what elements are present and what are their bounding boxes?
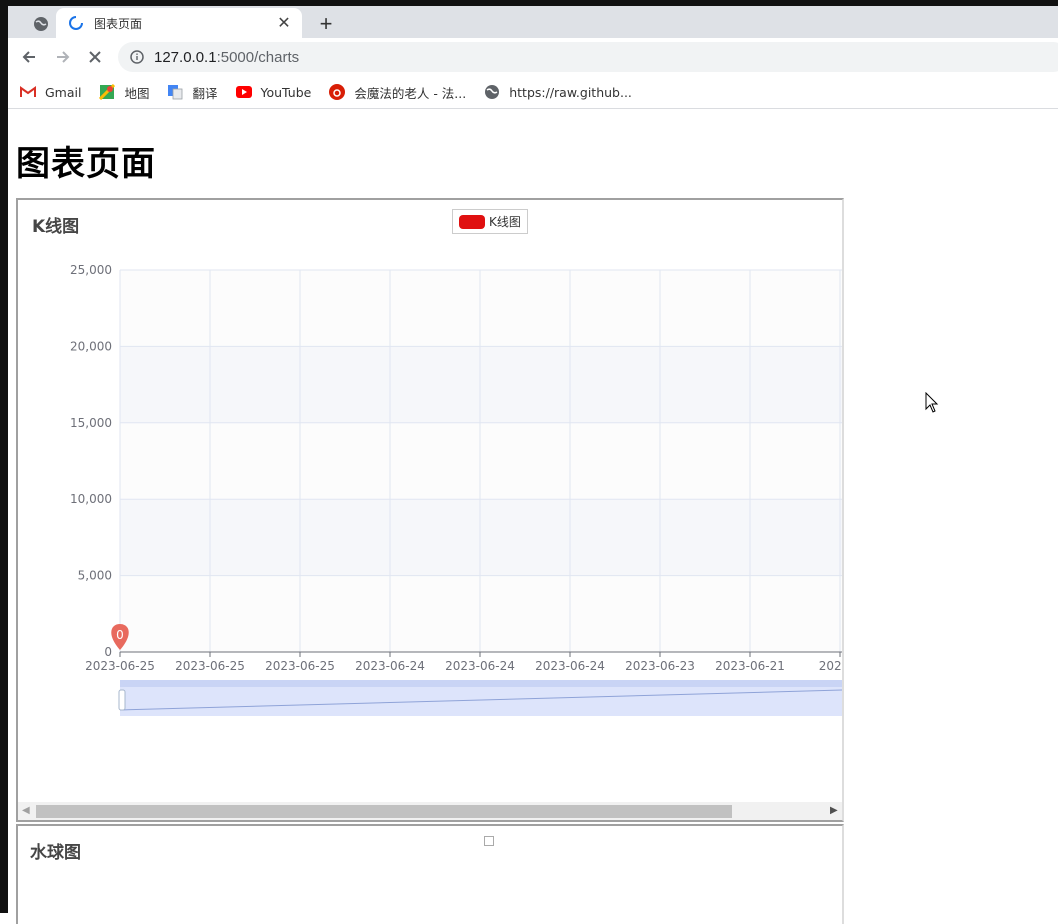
info-icon: [130, 50, 144, 64]
scroll-right-arrow-icon[interactable]: ▶: [830, 805, 838, 816]
y-tick-label: 5,000: [78, 569, 112, 583]
y-tick-label: 0: [104, 645, 112, 659]
bookmark-label: 地图: [124, 85, 150, 101]
url-path: :5000/charts: [216, 48, 300, 66]
kline-chart-container: K线图 K线图 25,000 20,000 15,000 10,000 5,000 0 20…: [16, 198, 844, 822]
window-left-edge: [0, 0, 8, 913]
tab-strip: 图表页面 ✕ +: [8, 6, 1058, 38]
gmail-icon: [20, 84, 36, 100]
grid-band: [120, 270, 842, 347]
x-tick-label: 2023-06-25: [85, 659, 155, 673]
bookmark-maps[interactable]: 地图: [99, 83, 149, 102]
stop-loading-button[interactable]: [82, 44, 108, 70]
address-bar[interactable]: 127.0.0.1:5000/charts: [118, 42, 1058, 72]
datazoom-handle: [118, 689, 126, 711]
x-tick-label: 2023-06-23: [625, 659, 695, 673]
markpoint-label: 0: [116, 628, 124, 642]
maps-icon: [99, 84, 116, 100]
close-tab-icon[interactable]: ✕: [274, 13, 294, 33]
mouse-cursor-icon: [925, 391, 939, 419]
scrollbar-thumb[interactable]: [36, 805, 732, 818]
back-button[interactable]: [16, 44, 42, 70]
x-tick-label: 2023-06-25: [175, 659, 245, 673]
y-tick-label: 10,000: [70, 492, 112, 506]
bookmark-label: 会魔法的老人 - 法...: [354, 85, 467, 101]
bookmark-youtube[interactable]: YouTube: [235, 84, 312, 100]
bookmark-gmail[interactable]: Gmail: [20, 84, 81, 100]
globe-icon: [484, 84, 500, 100]
bookmark-label: 翻译: [192, 85, 218, 101]
y-tick-label: 20,000: [70, 339, 112, 353]
chart-title: 水球图: [30, 843, 81, 863]
bookmarks-bar: Gmail 地图 翻译 YouTube 会魔法的老人 - 法... https:…: [8, 76, 1058, 109]
tab-charts[interactable]: 图表页面 ✕: [56, 8, 302, 38]
page-content: 图表页面 K线图 K线图 25,000 20,000 15,000 10,000 5,0…: [8, 110, 1058, 924]
x-tick-label: 2023-0: [819, 659, 844, 673]
horizontal-scrollbar[interactable]: ◀ ▶: [18, 802, 842, 820]
grid-band: [120, 499, 842, 576]
x-tick-label: 2023-06-24: [445, 659, 515, 673]
close-icon: [89, 51, 101, 63]
grid-band: [120, 346, 842, 423]
x-tick-label: 2023-06-25: [265, 659, 335, 673]
forward-button[interactable]: [50, 44, 76, 70]
bookmark-label: YouTube: [260, 84, 312, 100]
arrow-left-icon: [22, 51, 35, 63]
liquid-chart-container: 水球图: [16, 824, 844, 924]
translate-icon: [167, 84, 183, 100]
bookmark-label: https://raw.github...: [509, 84, 632, 100]
page-title: 图表页面: [16, 144, 156, 184]
url-host: 127.0.0.1: [154, 48, 217, 66]
bookmark-translate[interactable]: 翻译: [167, 83, 218, 102]
grid-band: [120, 422, 842, 500]
tab-title: 图表页面: [94, 16, 143, 31]
loading-spinner-icon: [69, 16, 83, 30]
legend-checkbox[interactable]: [484, 836, 494, 846]
bookmark-raw-github[interactable]: https://raw.github...: [484, 84, 632, 100]
grid-band: [120, 575, 842, 652]
browser-window: 图表页面 ✕ + 127.0.0.1:5000/charts Gmail 地图: [0, 0, 1058, 924]
navigation-bar: 127.0.0.1:5000/charts: [8, 38, 1058, 76]
new-tab-button[interactable]: +: [312, 10, 340, 38]
bookmark-label: Gmail: [45, 84, 82, 100]
scroll-left-arrow-icon[interactable]: ◀: [22, 805, 30, 816]
y-tick-label: 25,000: [70, 263, 112, 277]
bookmark-netease-music[interactable]: 会魔法的老人 - 法...: [329, 83, 466, 102]
arrow-right-icon: [57, 51, 70, 63]
x-tick-label: 2023-06-24: [535, 659, 605, 673]
netease-music-icon: [329, 84, 346, 100]
youtube-icon: [235, 84, 252, 100]
x-tick-label: 2023-06-24: [355, 659, 425, 673]
datazoom-top-bar: [120, 680, 842, 687]
y-tick-label: 15,000: [70, 416, 112, 430]
x-tick-label: 2023-06-21: [715, 659, 785, 673]
kline-chart-plot[interactable]: 25,00020,00015,00010,0005,00002023-06-25…: [18, 200, 844, 800]
